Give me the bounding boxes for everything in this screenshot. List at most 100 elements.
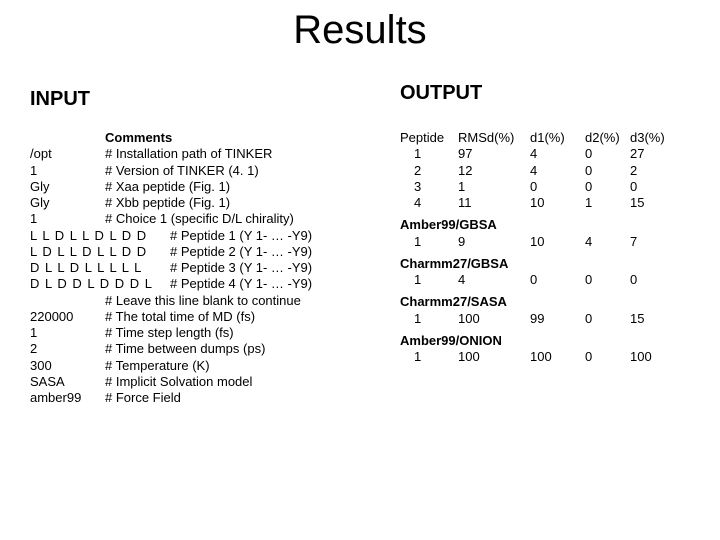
cell-rmsd: 9 <box>458 234 530 250</box>
input-row: Gly# Xaa peptide (Fig. 1) <box>30 179 312 195</box>
comments-label: Comments <box>105 130 312 146</box>
input-comment: # Xaa peptide (Fig. 1) <box>105 179 230 195</box>
col-d2: d2(%) <box>585 130 630 146</box>
output-row: 14000 <box>400 272 670 288</box>
input-row: Gly# Xbb peptide (Fig. 1) <box>30 195 312 211</box>
cell-peptide: 3 <box>400 179 458 195</box>
cell-d2: 1 <box>585 195 630 211</box>
cell-d3: 27 <box>630 146 670 162</box>
input-seq-row: L L D L L D L D D# Peptide 1 (Y 1- … -Y9… <box>30 228 312 244</box>
cell-d3: 2 <box>630 163 670 179</box>
page-title: Results <box>0 8 720 53</box>
cell-peptide: 1 <box>400 349 458 365</box>
col-d3: d3(%) <box>630 130 670 146</box>
cell-peptide: 4 <box>400 195 458 211</box>
output-row: 31000 <box>400 179 670 195</box>
input-key: amber99 <box>30 390 105 406</box>
output-row: 191047 <box>400 234 670 250</box>
slide: Results INPUT OUTPUT Comments /opt# Inst… <box>0 0 720 540</box>
cell-rmsd: 4 <box>458 272 530 288</box>
output-header-row: PeptideRMSd(%)d1(%)d2(%)d3(%) <box>400 130 670 146</box>
input-comment: # Time step length (fs) <box>105 325 234 341</box>
input-row: SASA# Implicit Solvation model <box>30 374 312 390</box>
col-d1: d1(%) <box>530 130 585 146</box>
input-seq: L D L L D L L D D <box>30 244 170 260</box>
input-comment: # Temperature (K) <box>105 358 210 374</box>
input-comment: # Version of TINKER (4. 1) <box>105 163 259 179</box>
input-row: amber99# Force Field <box>30 390 312 406</box>
cell-peptide: 1 <box>400 146 458 162</box>
output-group-name: Charmm27/SASA <box>400 294 670 310</box>
col-rmsd: RMSd(%) <box>458 130 530 146</box>
cell-d3: 0 <box>630 272 670 288</box>
input-seq-row: L D L L D L L D D# Peptide 2 (Y 1- … -Y9… <box>30 244 312 260</box>
cell-rmsd: 11 <box>458 195 530 211</box>
input-heading: INPUT <box>30 88 90 111</box>
cell-rmsd: 100 <box>458 311 530 327</box>
cell-d2: 0 <box>585 272 630 288</box>
cell-d1: 10 <box>530 234 585 250</box>
input-comment: # Installation path of TINKER <box>105 146 272 162</box>
cell-d3: 15 <box>630 311 670 327</box>
cell-peptide: 1 <box>400 272 458 288</box>
input-row: 1# Time step length (fs) <box>30 325 312 341</box>
cell-rmsd: 12 <box>458 163 530 179</box>
cell-d2: 0 <box>585 163 630 179</box>
input-row: 300# Temperature (K) <box>30 358 312 374</box>
output-row: 1974027 <box>400 146 670 162</box>
input-comment: # Peptide 1 (Y 1- … -Y9) <box>170 228 312 244</box>
input-comment: # Choice 1 (specific D/L chirality) <box>105 211 294 227</box>
input-key: 300 <box>30 358 105 374</box>
input-comment: # Implicit Solvation model <box>105 374 252 390</box>
cell-rmsd: 97 <box>458 146 530 162</box>
cell-d2: 0 <box>585 349 630 365</box>
output-row: 11001000100 <box>400 349 670 365</box>
output-row: 41110115 <box>400 195 670 211</box>
input-seq: L L D L L D L D D <box>30 228 170 244</box>
cell-d1: 0 <box>530 272 585 288</box>
cell-peptide: 1 <box>400 234 458 250</box>
input-row: 220000# The total time of MD (fs) <box>30 309 312 325</box>
input-key: SASA <box>30 374 105 390</box>
cell-d1: 10 <box>530 195 585 211</box>
output-group-name: Amber99/GBSA <box>400 217 670 233</box>
cell-d2: 0 <box>585 311 630 327</box>
input-comment: # Xbb peptide (Fig. 1) <box>105 195 230 211</box>
cell-d1: 4 <box>530 146 585 162</box>
cell-peptide: 1 <box>400 311 458 327</box>
cell-d1: 100 <box>530 349 585 365</box>
input-comment: # Peptide 2 (Y 1- … -Y9) <box>170 244 312 260</box>
cell-rmsd: 1 <box>458 179 530 195</box>
input-key: 1 <box>30 163 105 179</box>
cell-d2: 0 <box>585 179 630 195</box>
input-comment: # Peptide 3 (Y 1- … -Y9) <box>170 260 312 276</box>
input-row: 1# Version of TINKER (4. 1) <box>30 163 312 179</box>
cell-d2: 0 <box>585 146 630 162</box>
cell-d3: 15 <box>630 195 670 211</box>
cell-d1: 4 <box>530 163 585 179</box>
cell-d3: 100 <box>630 349 670 365</box>
input-comment: # Leave this line blank to continue <box>105 293 301 309</box>
output-heading: OUTPUT <box>400 82 482 105</box>
input-seq: D L D D L D D D L <box>30 276 170 292</box>
input-blank-row: # Leave this line blank to continue <box>30 293 312 309</box>
input-row: 2# Time between dumps (ps) <box>30 341 312 357</box>
output-row: 212402 <box>400 163 670 179</box>
input-row: /opt# Installation path of TINKER <box>30 146 312 162</box>
input-comment: # The total time of MD (fs) <box>105 309 255 325</box>
input-row: 1# Choice 1 (specific D/L chirality) <box>30 211 312 227</box>
input-key: 1 <box>30 325 105 341</box>
cell-rmsd: 100 <box>458 349 530 365</box>
input-comment: # Time between dumps (ps) <box>105 341 265 357</box>
output-row: 110099015 <box>400 311 670 327</box>
input-seq: D L L D L L L L L <box>30 260 170 276</box>
cell-d1: 99 <box>530 311 585 327</box>
cell-d1: 0 <box>530 179 585 195</box>
input-key: 220000 <box>30 309 105 325</box>
input-key: Gly <box>30 195 105 211</box>
input-seq-row: D L L D L L L L L# Peptide 3 (Y 1- … -Y9… <box>30 260 312 276</box>
output-block: PeptideRMSd(%)d1(%)d2(%)d3(%) 1974027 21… <box>400 130 670 365</box>
input-key: 2 <box>30 341 105 357</box>
cell-d3: 7 <box>630 234 670 250</box>
input-key: Gly <box>30 179 105 195</box>
